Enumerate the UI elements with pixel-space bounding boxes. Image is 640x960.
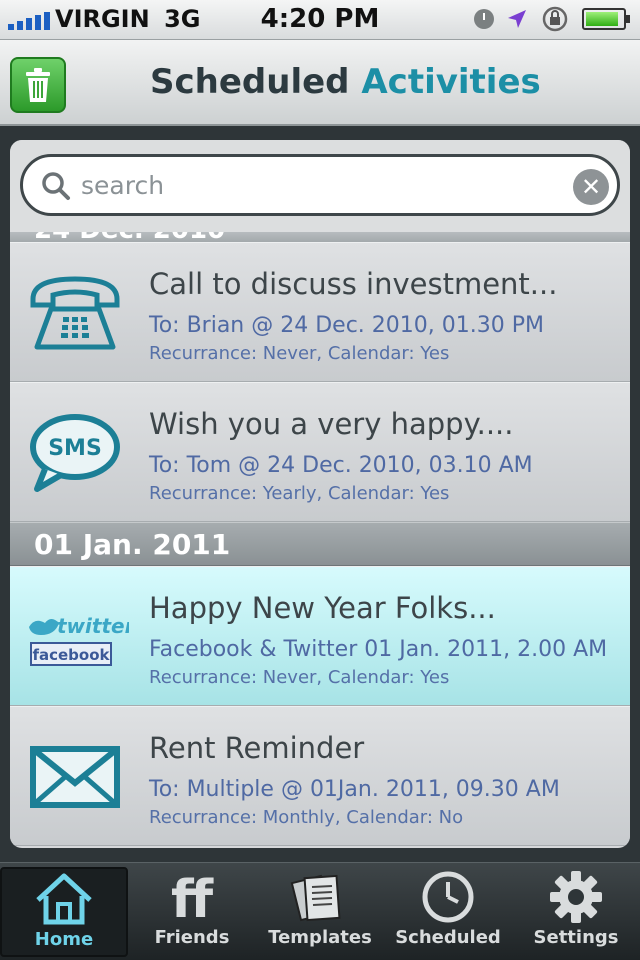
home-icon [36, 873, 92, 925]
activity-recipient: To: Multiple @ 01Jan. 2011, 09.30 AM [149, 777, 560, 802]
tab-scheduled[interactable]: Scheduled [384, 863, 512, 960]
clock-icon [422, 871, 474, 923]
alarm-icon [474, 9, 494, 29]
tab-home[interactable]: Home [0, 867, 128, 957]
tab-settings[interactable]: Settings [512, 863, 640, 960]
facebook-label: facebook [32, 646, 110, 664]
tab-label: Templates [268, 927, 372, 948]
section-date: 01 Jan. 2011 [34, 528, 231, 561]
activity-recipient: To: Brian @ 24 Dec. 2010, 01.30 PM [149, 313, 544, 338]
activity-recipient: Facebook & Twitter 01 Jan. 2011, 2.00 AM [149, 637, 608, 662]
activity-row[interactable]: SMS Wish you a very happy.... To: Tom @ … [10, 382, 630, 522]
page-title: Scheduled Activities [150, 62, 541, 102]
status-bar: VIRGIN 3G 4:20 PM [0, 0, 640, 40]
tab-bar: Home ff Friends Templates Scheduled Sett… [0, 862, 640, 960]
activity-title: Call to discuss investment... [149, 267, 558, 301]
tab-label: Home [34, 929, 94, 950]
activities-panel: search ✕ 24 Dec. 2010 Call to discuss in… [10, 140, 630, 848]
tab-friends[interactable]: ff Friends [128, 863, 256, 960]
templates-icon [290, 874, 341, 922]
sms-icon: SMS [20, 408, 130, 498]
battery-level [586, 12, 619, 26]
friends-icon-text: ff [171, 870, 214, 925]
clear-search-button[interactable]: ✕ [573, 169, 609, 205]
twitter-facebook-icon: twitter facebook [20, 592, 130, 682]
telephone-icon [20, 268, 130, 358]
search-icon [42, 172, 70, 200]
activity-row[interactable]: twitter facebook Happy New Year Folks...… [10, 566, 630, 706]
activity-recipient: To: Tom @ 24 Dec. 2010, 03.10 AM [149, 453, 533, 478]
delete-button[interactable] [10, 57, 66, 113]
friends-icon: ff [171, 870, 214, 925]
activity-title: Happy New Year Folks... [149, 591, 496, 625]
activity-recurrence: Recurrance: Yearly, Calendar: Yes [149, 483, 450, 504]
tab-label: Settings [533, 927, 619, 948]
activity-row[interactable]: Rent Reminder To: Multiple @ 01Jan. 2011… [10, 706, 630, 846]
activity-recurrence: Recurrance: Never, Calendar: Yes [149, 343, 450, 364]
page-title-accent: Activities [361, 62, 541, 102]
page-title-primary: Scheduled [150, 62, 350, 102]
location-arrow-icon [508, 10, 526, 28]
orientation-lock-icon [542, 6, 568, 32]
search-bar: search ✕ [10, 140, 630, 232]
battery-icon [582, 8, 630, 30]
section-header: 01 Jan. 2011 [10, 522, 630, 566]
tab-label: Friends [154, 927, 230, 948]
twitter-label: twitter [57, 614, 129, 638]
activity-recurrence: Recurrance: Never, Calendar: Yes [149, 667, 450, 688]
activity-title: Rent Reminder [149, 731, 365, 765]
activity-row[interactable]: Call to discuss investment... To: Brian … [10, 242, 630, 382]
tab-templates[interactable]: Templates [256, 863, 384, 960]
tab-label: Scheduled [395, 927, 501, 948]
trash-icon [26, 68, 50, 102]
close-icon: ✕ [580, 173, 602, 201]
nav-bar: Scheduled Activities [0, 40, 640, 126]
sms-icon-text: SMS [48, 436, 102, 461]
activity-recurrence: Recurrance: Monthly, Calendar: No [149, 807, 464, 828]
activity-title: Wish you a very happy.... [149, 407, 514, 441]
search-input[interactable]: search ✕ [20, 154, 620, 216]
envelope-icon [20, 732, 130, 822]
gear-icon [550, 871, 602, 923]
search-placeholder: search [81, 171, 165, 200]
